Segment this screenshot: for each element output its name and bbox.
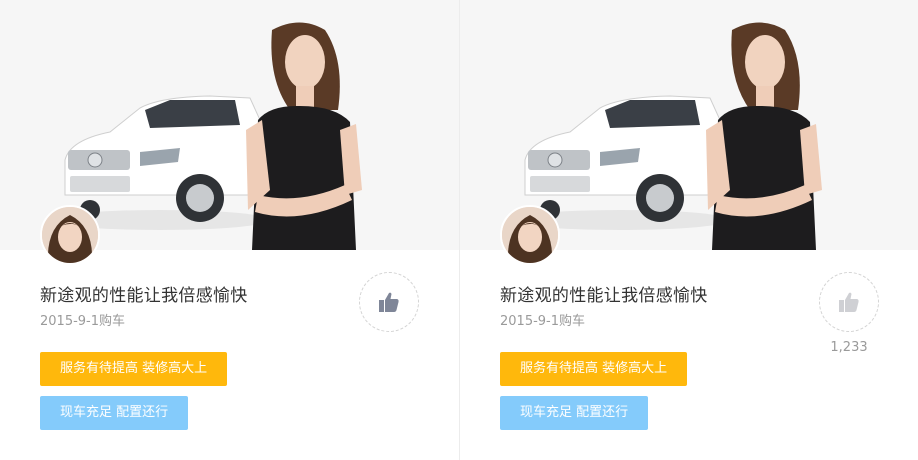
review-card: 新途观的性能让我倍感愉快 2015-9-1购车 服务有待提高 装修高大上 现车充… [0,0,459,460]
review-tag-stock[interactable]: 现车充足 配置还行 [500,396,649,430]
like-button[interactable] [819,272,879,332]
avatar[interactable] [40,205,100,265]
purchase-date: 2015-9-1购车 [500,314,586,329]
thumbs-up-icon [379,292,399,312]
review-card: 新途观的性能让我倍感愉快 2015-9-1购车 1,233 服务有待提高 装修高… [459,0,918,460]
review-title: 新途观的性能让我倍感愉快 [40,286,248,306]
review-tag-stock[interactable]: 现车充足 配置还行 [40,396,189,430]
review-cards: 新途观的性能让我倍感愉快 2015-9-1购车 服务有待提高 装修高大上 现车充… [0,0,918,460]
avatar[interactable] [500,205,560,265]
thumbs-up-icon [839,292,859,312]
purchase-date: 2015-9-1购车 [40,314,126,329]
review-title: 新途观的性能让我倍感愉快 [500,286,708,306]
like-count: 1,233 [830,340,868,355]
review-tag-service[interactable]: 服务有待提高 装修高大上 [500,352,688,386]
like-button[interactable] [359,272,419,332]
review-tag-service[interactable]: 服务有待提高 装修高大上 [40,352,228,386]
